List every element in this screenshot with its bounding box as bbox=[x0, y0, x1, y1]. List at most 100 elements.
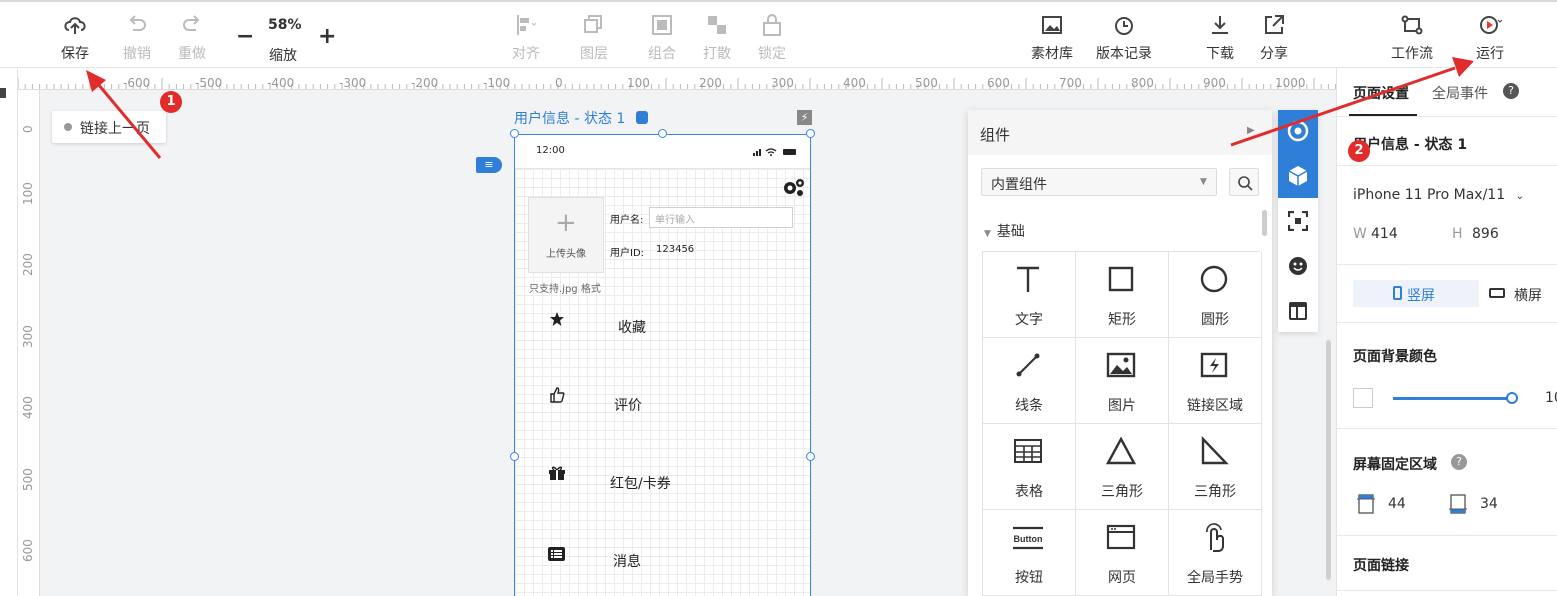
phone-canvas[interactable]: 12:00 + 上传头像 用户名: 单行输入 用户ID: 123456 只支持.… bbox=[514, 134, 811, 596]
back-link-element[interactable]: 链接上一页 bbox=[52, 111, 166, 143]
avatar-upload[interactable]: + 上传头像 bbox=[528, 197, 604, 273]
component-rectangle[interactable]: 矩形 bbox=[1076, 252, 1169, 338]
help-icon[interactable]: ? bbox=[1503, 83, 1519, 99]
ruler-h-label: -500 bbox=[195, 76, 223, 90]
tab-global-events[interactable]: 全局事件 bbox=[1432, 83, 1488, 103]
ungroup-icon bbox=[708, 16, 726, 34]
canvas-scrollbar[interactable] bbox=[1326, 340, 1331, 580]
portrait-icon bbox=[1393, 286, 1402, 300]
bg-color-swatch[interactable] bbox=[1353, 388, 1373, 408]
signal-battery-icon bbox=[753, 146, 799, 156]
save-button[interactable]: 保存 bbox=[45, 12, 105, 63]
component-library-select[interactable]: 内置组件 ▼ bbox=[981, 168, 1217, 196]
fixed-top-value[interactable]: 44 bbox=[1388, 496, 1406, 512]
device-select[interactable]: iPhone 11 Pro Max/11 ⌄ bbox=[1353, 187, 1524, 203]
ruler-h-label: 700 bbox=[1059, 76, 1082, 90]
component-label: 三角形 bbox=[1194, 484, 1236, 500]
layer-button[interactable]: 图层 bbox=[564, 12, 624, 63]
scan-frame-icon[interactable] bbox=[1288, 211, 1308, 231]
page-list-tag-icon[interactable]: ≡ bbox=[476, 157, 502, 173]
ungroup-label: 打散 bbox=[703, 46, 731, 62]
component-text[interactable]: 文字 bbox=[983, 252, 1076, 338]
menu-item-reviews[interactable]: 评价 bbox=[515, 385, 810, 425]
help-icon[interactable]: ? bbox=[1451, 454, 1467, 470]
landscape-button[interactable]: 横屏 bbox=[1479, 280, 1557, 307]
ruler-h-label: 300 bbox=[771, 76, 794, 90]
opacity-value[interactable]: 100 bbox=[1545, 390, 1557, 406]
resize-handle[interactable] bbox=[806, 129, 815, 138]
right-triangle-icon bbox=[1201, 436, 1229, 465]
component-right-triangle[interactable]: 三角形 bbox=[1169, 424, 1262, 510]
component-gesture[interactable]: 全局手势 bbox=[1169, 510, 1262, 596]
component-button[interactable]: Button 按钮 bbox=[983, 510, 1076, 596]
opacity-slider[interactable] bbox=[1393, 397, 1513, 400]
page-title[interactable]: 用户信息 - 状态 1 bbox=[514, 108, 648, 128]
zoom-in-button[interactable]: + bbox=[318, 24, 336, 49]
redo-button[interactable]: 重做 bbox=[162, 12, 222, 63]
resize-handle[interactable] bbox=[658, 129, 667, 138]
interaction-lightning-icon[interactable]: ⚡ bbox=[797, 110, 812, 125]
component-line[interactable]: 线条 bbox=[983, 338, 1076, 424]
workflow-button[interactable]: 工作流 bbox=[1382, 12, 1442, 63]
fixed-bottom-value[interactable]: 34 bbox=[1480, 496, 1498, 512]
width-value[interactable]: 414 bbox=[1371, 226, 1398, 242]
page-link-title: 页面链接 bbox=[1353, 558, 1409, 574]
ruler-v-label: 200 bbox=[21, 253, 35, 276]
redo-label: 重做 bbox=[178, 46, 206, 62]
target-tab[interactable] bbox=[1278, 110, 1318, 154]
opacity-slider-handle[interactable] bbox=[1506, 392, 1518, 404]
section-basic[interactable]: ▼ 基础 bbox=[984, 221, 1025, 241]
height-value[interactable]: 896 bbox=[1472, 226, 1499, 242]
layout-template-icon[interactable] bbox=[1288, 301, 1308, 321]
menu-label: 评价 bbox=[614, 398, 642, 414]
thumbs-up-icon bbox=[550, 387, 565, 403]
component-search-button[interactable] bbox=[1229, 168, 1259, 196]
device-value: iPhone 11 Pro Max/11 bbox=[1353, 187, 1506, 203]
panel-scrollbar[interactable] bbox=[1262, 210, 1267, 236]
versions-button[interactable]: 版本记录 bbox=[1089, 12, 1159, 63]
download-button[interactable]: 下载 bbox=[1190, 12, 1250, 63]
components-tab[interactable] bbox=[1278, 154, 1318, 198]
cloud-upload-icon bbox=[64, 17, 86, 34]
ruler-v-label: 400 bbox=[21, 396, 35, 419]
left-collapse-strip[interactable] bbox=[0, 68, 18, 596]
ungroup-button[interactable]: 打散 bbox=[687, 12, 747, 63]
component-webpage[interactable]: 网页 bbox=[1076, 510, 1169, 596]
share-button[interactable]: 分享 bbox=[1244, 12, 1304, 63]
run-label: 运行 bbox=[1476, 46, 1504, 62]
target-icon bbox=[1287, 120, 1309, 142]
align-button[interactable]: 对齐 bbox=[496, 12, 556, 63]
component-triangle[interactable]: 三角形 bbox=[1076, 424, 1169, 510]
resize-handle[interactable] bbox=[510, 452, 519, 461]
undo-button[interactable]: 撤销 bbox=[107, 12, 167, 63]
status-bar: 12:00 bbox=[515, 135, 810, 169]
menu-label: 消息 bbox=[613, 554, 641, 570]
collapse-arrow-icon[interactable]: ▶ bbox=[1247, 125, 1255, 136]
emoji-icon[interactable] bbox=[1288, 256, 1308, 276]
menu-item-favorites[interactable]: 收藏 bbox=[515, 305, 810, 345]
tab-events-label: 全局事件 bbox=[1432, 86, 1488, 102]
menu-item-messages[interactable]: 消息 bbox=[515, 543, 810, 583]
tab-page-settings[interactable]: 页面设置 bbox=[1353, 83, 1409, 103]
component-label: 链接区域 bbox=[1187, 398, 1243, 414]
resize-handle[interactable] bbox=[510, 129, 519, 138]
ruler-v-label: 100 bbox=[21, 181, 35, 205]
group-button[interactable]: 组合 bbox=[632, 12, 692, 63]
settings-gears-icon[interactable] bbox=[781, 177, 805, 197]
lock-button[interactable]: 锁定 bbox=[742, 12, 802, 63]
menu-item-coupons[interactable]: 红包/卡券 bbox=[515, 463, 810, 503]
zoom-out-button[interactable]: − bbox=[236, 24, 254, 49]
assets-button[interactable]: 素材库 bbox=[1022, 12, 1082, 63]
ruler-h-label: 800 bbox=[1131, 76, 1154, 90]
component-image[interactable]: 图片 bbox=[1076, 338, 1169, 424]
link-area-icon bbox=[1200, 352, 1228, 378]
page-settings-icon[interactable] bbox=[635, 111, 648, 124]
username-input[interactable]: 单行输入 bbox=[649, 207, 793, 228]
run-button[interactable]: 运行 bbox=[1460, 12, 1520, 63]
resize-handle[interactable] bbox=[806, 452, 815, 461]
component-table[interactable]: 表格 bbox=[983, 424, 1076, 510]
portrait-button[interactable]: 竖屏 bbox=[1353, 280, 1477, 307]
component-link-area[interactable]: 链接区域 bbox=[1169, 338, 1262, 424]
triangle-icon bbox=[1106, 436, 1136, 465]
component-circle[interactable]: 圆形 bbox=[1169, 252, 1262, 338]
